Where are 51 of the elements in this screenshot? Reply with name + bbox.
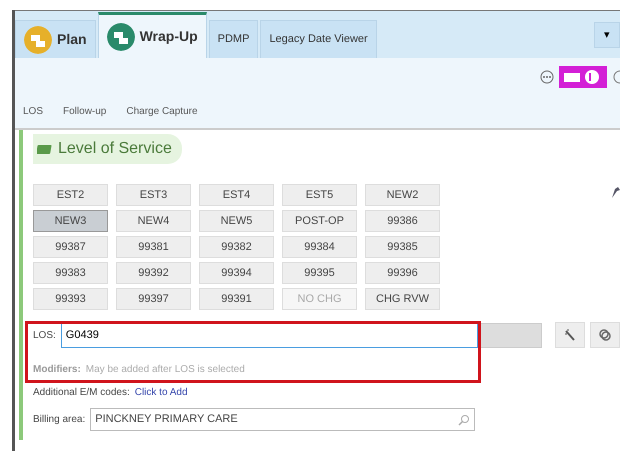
billing-area-label: Billing area: xyxy=(33,413,86,427)
los-code-button[interactable]: EST5 xyxy=(282,184,357,206)
subtab[interactable]: Follow-up xyxy=(63,104,106,119)
los-input[interactable]: G0439 xyxy=(60,322,478,348)
los-code-button[interactable]: POST-OP xyxy=(282,210,357,232)
modifiers-label: Modifiers: xyxy=(33,363,81,377)
tab-icon xyxy=(106,22,135,50)
tab[interactable]: PDMP xyxy=(208,20,258,58)
additional-codes-label: Additional E/M codes: xyxy=(33,386,130,400)
money-icon xyxy=(37,143,53,155)
tab[interactable]: Wrap-Up xyxy=(98,12,207,58)
los-code-button[interactable]: 99386 xyxy=(365,210,440,232)
los-code-button[interactable]: NEW4 xyxy=(116,210,191,232)
los-code-button[interactable]: 99397 xyxy=(116,288,191,310)
subtab[interactable]: LOS xyxy=(23,104,44,119)
los-code-button[interactable]: 99396 xyxy=(365,262,440,284)
toolbar-highlight-icon[interactable] xyxy=(559,66,607,88)
los-code-button[interactable]: 99391 xyxy=(199,288,274,310)
tab-icon xyxy=(24,26,52,54)
tab[interactable]: Plan xyxy=(15,20,96,58)
los-code-button[interactable]: EST2 xyxy=(33,184,108,206)
modifiers-hint: May be added after LOS is selected xyxy=(86,363,245,377)
billing-area-field[interactable]: PINCKNEY PRIMARY CARE xyxy=(90,408,476,431)
los-code-button[interactable]: 99394 xyxy=(199,262,274,284)
click-to-add-link[interactable]: Click to Add xyxy=(134,385,188,400)
los-code-button[interactable]: 99395 xyxy=(282,262,357,284)
los-code-button[interactable]: 99383 xyxy=(33,262,108,284)
los-code-button[interactable]: 99385 xyxy=(365,236,440,258)
los-code-button[interactable]: EST3 xyxy=(116,184,191,206)
help-icon[interactable] xyxy=(612,68,620,84)
wand-icon xyxy=(563,328,578,342)
subtab[interactable]: Charge Capture xyxy=(126,104,198,119)
los-code-button[interactable]: NEW2 xyxy=(365,184,440,206)
los-code-button[interactable]: EST4 xyxy=(199,184,274,206)
more-icon[interactable] xyxy=(540,70,554,84)
field-label: LOS: xyxy=(33,328,56,342)
los-code-button[interactable]: 99384 xyxy=(282,236,357,258)
los-code-button[interactable]: CHG RVW xyxy=(365,288,440,310)
los-code-button[interactable]: NEW5 xyxy=(199,210,274,232)
los-code-button[interactable]: NEW3 xyxy=(33,210,108,232)
attach-button[interactable] xyxy=(590,322,620,348)
lookup-button[interactable] xyxy=(555,322,586,348)
paperclip-icon xyxy=(598,328,612,342)
los-code-button[interactable]: 99387 xyxy=(33,236,108,258)
tab[interactable]: Legacy Date Viewer xyxy=(260,20,377,58)
los-code-button[interactable]: 99382 xyxy=(199,236,274,258)
section-title: Level of Service xyxy=(58,139,172,159)
los-code-button[interactable]: 99381 xyxy=(116,236,191,258)
tab-menu-button[interactable]: ▾ xyxy=(594,22,620,48)
los-code-button[interactable]: 99393 xyxy=(33,288,108,310)
los-code-button[interactable]: 99392 xyxy=(116,262,191,284)
